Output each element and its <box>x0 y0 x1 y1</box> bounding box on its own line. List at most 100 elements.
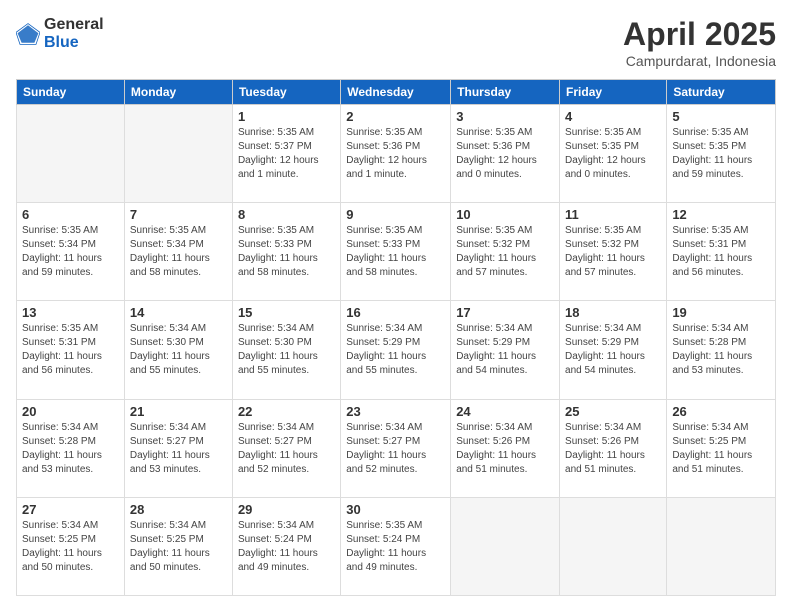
day-number: 12 <box>672 207 770 222</box>
calendar-title: April 2025 <box>623 16 776 53</box>
cell-w5d5 <box>451 497 560 595</box>
cell-w3d2: 14 Sunrise: 5:34 AM Sunset: 5:30 PM Dayli… <box>124 301 232 399</box>
day-info: Sunrise: 5:34 AM Sunset: 5:29 PM Dayligh… <box>456 322 554 378</box>
day-number: 20 <box>22 404 119 419</box>
day-number: 2 <box>346 109 445 124</box>
cell-w2d5: 10Sunrise: 5:35 AM Sunset: 5:32 PM Dayli… <box>451 203 560 301</box>
col-monday: Monday <box>124 80 232 105</box>
day-number: 10 <box>456 207 554 222</box>
col-friday: Friday <box>560 80 667 105</box>
cell-w1d1 <box>17 105 125 203</box>
day-info: Sunrise: 5:34 AM Sunset: 5:26 PM Dayligh… <box>565 421 661 477</box>
week-row-3: 13Sunrise: 5:35 AM Sunset: 5:31 PM Dayli… <box>17 301 776 399</box>
cell-w4d1: 20Sunrise: 5:34 AM Sunset: 5:28 PM Dayli… <box>17 399 125 497</box>
logo-icon <box>16 22 40 46</box>
day-info: Sunrise: 5:35 AM Sunset: 5:33 PM Dayligh… <box>346 224 445 280</box>
cell-w3d5: 17 Sunrise: 5:34 AM Sunset: 5:29 PM Dayli… <box>451 301 560 399</box>
day-info: Sunrise: 5:35 AM Sunset: 5:32 PM Dayligh… <box>565 224 661 280</box>
day-info: Sunrise: 5:34 AM Sunset: 5:26 PM Dayligh… <box>456 421 554 477</box>
day-number: 27 <box>22 502 119 517</box>
day-number: 28 <box>130 502 227 517</box>
cell-w4d5: 24Sunrise: 5:34 AM Sunset: 5:26 PM Dayli… <box>451 399 560 497</box>
col-wednesday: Wednesday <box>341 80 451 105</box>
day-number: 29 <box>238 502 335 517</box>
day-number: 26 <box>672 404 770 419</box>
week-row-4: 20Sunrise: 5:34 AM Sunset: 5:28 PM Dayli… <box>17 399 776 497</box>
logo-text: General Blue <box>44 16 104 52</box>
calendar-table: Sunday Monday Tuesday Wednesday Thursday… <box>16 79 776 596</box>
col-thursday: Thursday <box>451 80 560 105</box>
calendar-subtitle: Campurdarat, Indonesia <box>623 53 776 69</box>
logo-general: General <box>44 16 104 33</box>
cell-w4d2: 21 Sunrise: 5:34 AM Sunset: 5:27 PM Dayli… <box>124 399 232 497</box>
day-number: 17 <box>456 305 554 320</box>
day-info: Sunrise: 5:34 AM Sunset: 5:25 PM Dayligh… <box>22 519 119 575</box>
col-sunday: Sunday <box>17 80 125 105</box>
cell-w2d6: 11 Sunrise: 5:35 AM Sunset: 5:32 PM Dayli… <box>560 203 667 301</box>
day-number: 19 <box>672 305 770 320</box>
cell-w4d4: 23 Sunrise: 5:34 AM Sunset: 5:27 PM Dayli… <box>341 399 451 497</box>
day-info: Sunrise: 5:35 AM Sunset: 5:33 PM Dayligh… <box>238 224 335 280</box>
cell-w5d4: 30 Sunrise: 5:35 AM Sunset: 5:24 PM Dayli… <box>341 497 451 595</box>
cell-w5d2: 28 Sunrise: 5:34 AM Sunset: 5:25 PM Dayli… <box>124 497 232 595</box>
day-info: Sunrise: 5:35 AM Sunset: 5:35 PM Dayligh… <box>565 126 661 182</box>
cell-w2d2: 7 Sunrise: 5:35 AM Sunset: 5:34 PM Daylig… <box>124 203 232 301</box>
cell-w1d6: 4 Sunrise: 5:35 AM Sunset: 5:35 PM Daylig… <box>560 105 667 203</box>
cell-w5d3: 29 Sunrise: 5:34 AM Sunset: 5:24 PM Dayli… <box>232 497 340 595</box>
cell-w5d6 <box>560 497 667 595</box>
cell-w3d7: 19Sunrise: 5:34 AM Sunset: 5:28 PM Dayli… <box>667 301 776 399</box>
day-info: Sunrise: 5:34 AM Sunset: 5:30 PM Dayligh… <box>238 322 335 378</box>
day-number: 4 <box>565 109 661 124</box>
day-info: Sunrise: 5:35 AM Sunset: 5:36 PM Dayligh… <box>456 126 554 182</box>
cell-w4d6: 25 Sunrise: 5:34 AM Sunset: 5:26 PM Dayli… <box>560 399 667 497</box>
day-info: Sunrise: 5:34 AM Sunset: 5:25 PM Dayligh… <box>672 421 770 477</box>
week-row-1: 1 Sunrise: 5:35 AM Sunset: 5:37 PM Daylig… <box>17 105 776 203</box>
title-block: April 2025 Campurdarat, Indonesia <box>623 16 776 69</box>
cell-w1d5: 3Sunrise: 5:35 AM Sunset: 5:36 PM Daylig… <box>451 105 560 203</box>
cell-w1d7: 5Sunrise: 5:35 AM Sunset: 5:35 PM Daylig… <box>667 105 776 203</box>
day-number: 8 <box>238 207 335 222</box>
day-number: 25 <box>565 404 661 419</box>
day-info: Sunrise: 5:34 AM Sunset: 5:27 PM Dayligh… <box>238 421 335 477</box>
col-saturday: Saturday <box>667 80 776 105</box>
week-row-5: 27 Sunrise: 5:34 AM Sunset: 5:25 PM Dayli… <box>17 497 776 595</box>
day-number: 16 <box>346 305 445 320</box>
day-info: Sunrise: 5:35 AM Sunset: 5:36 PM Dayligh… <box>346 126 445 182</box>
day-number: 7 <box>130 207 227 222</box>
day-info: Sunrise: 5:35 AM Sunset: 5:35 PM Dayligh… <box>672 126 770 182</box>
day-info: Sunrise: 5:34 AM Sunset: 5:29 PM Dayligh… <box>346 322 445 378</box>
day-number: 23 <box>346 404 445 419</box>
cell-w4d7: 26 Sunrise: 5:34 AM Sunset: 5:25 PM Dayli… <box>667 399 776 497</box>
day-number: 30 <box>346 502 445 517</box>
day-info: Sunrise: 5:35 AM Sunset: 5:34 PM Dayligh… <box>22 224 119 280</box>
header-row: Sunday Monday Tuesday Wednesday Thursday… <box>17 80 776 105</box>
cell-w5d1: 27 Sunrise: 5:34 AM Sunset: 5:25 PM Dayli… <box>17 497 125 595</box>
logo-blue: Blue <box>44 34 79 51</box>
day-number: 21 <box>130 404 227 419</box>
day-info: Sunrise: 5:34 AM Sunset: 5:25 PM Dayligh… <box>130 519 227 575</box>
day-number: 15 <box>238 305 335 320</box>
cell-w3d3: 15 Sunrise: 5:34 AM Sunset: 5:30 PM Dayli… <box>232 301 340 399</box>
cell-w3d6: 18Sunrise: 5:34 AM Sunset: 5:29 PM Dayli… <box>560 301 667 399</box>
col-tuesday: Tuesday <box>232 80 340 105</box>
day-info: Sunrise: 5:35 AM Sunset: 5:31 PM Dayligh… <box>22 322 119 378</box>
day-info: Sunrise: 5:35 AM Sunset: 5:24 PM Dayligh… <box>346 519 445 575</box>
header: General Blue April 2025 Campurdarat, Ind… <box>16 16 776 69</box>
day-number: 22 <box>238 404 335 419</box>
day-info: Sunrise: 5:34 AM Sunset: 5:27 PM Dayligh… <box>130 421 227 477</box>
day-info: Sunrise: 5:34 AM Sunset: 5:24 PM Dayligh… <box>238 519 335 575</box>
day-number: 18 <box>565 305 661 320</box>
day-number: 11 <box>565 207 661 222</box>
day-number: 9 <box>346 207 445 222</box>
cell-w2d3: 8 Sunrise: 5:35 AM Sunset: 5:33 PM Daylig… <box>232 203 340 301</box>
day-info: Sunrise: 5:35 AM Sunset: 5:37 PM Dayligh… <box>238 126 335 182</box>
day-info: Sunrise: 5:34 AM Sunset: 5:30 PM Dayligh… <box>130 322 227 378</box>
day-info: Sunrise: 5:35 AM Sunset: 5:34 PM Dayligh… <box>130 224 227 280</box>
cell-w4d3: 22 Sunrise: 5:34 AM Sunset: 5:27 PM Dayli… <box>232 399 340 497</box>
day-number: 1 <box>238 109 335 124</box>
cell-w2d7: 12Sunrise: 5:35 AM Sunset: 5:31 PM Dayli… <box>667 203 776 301</box>
day-info: Sunrise: 5:34 AM Sunset: 5:27 PM Dayligh… <box>346 421 445 477</box>
cell-w1d2 <box>124 105 232 203</box>
calendar-page: General Blue April 2025 Campurdarat, Ind… <box>0 0 792 612</box>
day-number: 14 <box>130 305 227 320</box>
